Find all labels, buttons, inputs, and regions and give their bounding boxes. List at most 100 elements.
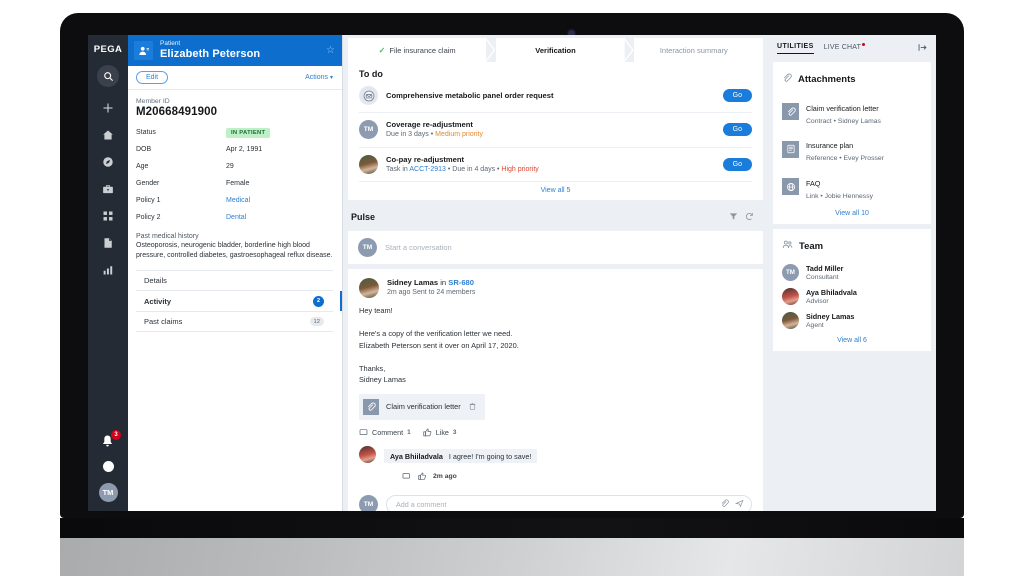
trash-icon[interactable] (468, 398, 477, 416)
reply-icon[interactable] (402, 468, 411, 486)
post-body: Hey team! Here's a copy of the verificat… (359, 306, 519, 385)
post-attachment-chip[interactable]: Claim verification letter (359, 393, 485, 420)
tab-live-chat[interactable]: LIVE CHAT (823, 43, 866, 54)
tab-utilities[interactable]: UTILITIES (777, 43, 814, 54)
patient-details-body: Member ID M20668491900 Status IN PATIENT… (128, 90, 342, 333)
field-key: DOB (136, 146, 152, 153)
actions-menu[interactable]: Actions ▾ (305, 74, 333, 81)
attachment-subtitle: Contract • Sidney Lamas (806, 118, 881, 125)
past-medical-history-text: Osteoporosis, neurogenic bladder, border… (136, 242, 333, 259)
filter-icon[interactable] (729, 208, 738, 226)
past-medical-history: Past medical history Osteoporosis, neuro… (136, 233, 333, 271)
list-item: TM Coverage re-adjustment Due in 3 days … (359, 113, 752, 148)
avatar: TM (358, 238, 377, 258)
priority-label: Medium priority (435, 130, 484, 138)
list-item: Co-pay re-adjustment Task in ACCT-2913 •… (359, 148, 752, 183)
team-view-all-link[interactable]: View all 6 (782, 332, 922, 344)
start-conversation-input[interactable]: Start a conversation (385, 243, 452, 252)
go-button[interactable]: Go (722, 158, 752, 172)
paperclip-icon[interactable] (720, 495, 729, 511)
home-icon[interactable] (101, 128, 115, 142)
send-icon[interactable] (734, 495, 744, 511)
table-row: Status IN PATIENT (136, 124, 333, 141)
todo-item-main: Co-pay re-adjustment Task in ACCT-2913 •… (386, 155, 715, 175)
todo-title: To do (359, 69, 383, 79)
post-comment: Aya Bhiiladvala I agree! I'm going to sa… (359, 445, 752, 486)
team-header: Team (782, 237, 922, 255)
list-item[interactable]: FAQ Link • Jobie Hennessy (782, 168, 922, 205)
add-comment-row: TM Add a comment (359, 494, 752, 511)
compass-icon[interactable] (101, 155, 115, 169)
list-item[interactable]: Insurance plan Reference • Evey Prosser (782, 130, 922, 167)
go-button[interactable]: Go (722, 123, 752, 137)
like-button[interactable]: Like 3 (423, 428, 456, 437)
document-icon[interactable] (101, 236, 115, 250)
field-key: Policy 1 (136, 197, 161, 204)
list-item[interactable]: Sidney Lamas Agent (782, 308, 922, 332)
patient-summary-panel: Patient Elizabeth Peterson ☆ Edit Action… (128, 35, 343, 511)
table-row: Policy 1 Medical (136, 192, 333, 209)
tab-interaction-summary[interactable]: Interaction summary (624, 38, 763, 62)
refresh-icon[interactable] (745, 208, 754, 226)
help-icon[interactable] (102, 461, 114, 472)
post-header: Sidney Lamas in SR-680 2m ago Sent to 24… (359, 278, 752, 299)
add-comment-input[interactable]: Add a comment (386, 494, 752, 511)
pulse-post: Sidney Lamas in SR-680 2m ago Sent to 24… (348, 269, 763, 511)
chevron-down-icon: ▾ (329, 75, 333, 81)
edit-button[interactable]: Edit (136, 71, 169, 84)
briefcase-icon[interactable] (101, 182, 115, 196)
team-member-role: Consultant (806, 273, 839, 281)
case-link[interactable]: ACCT-2913 (409, 166, 446, 173)
user-avatar[interactable]: TM (98, 483, 118, 502)
left-navigation-rail: PEGA 3 TM (88, 35, 128, 511)
tab-verification[interactable]: Verification (486, 38, 635, 62)
case-link[interactable]: SR-680 (448, 278, 474, 287)
todo-view-all-link[interactable]: View all 5 (359, 182, 752, 200)
comment-author: Aya Bhiiladvala (390, 451, 443, 461)
todo-item-main: Comprehensive metabolic panel order requ… (386, 91, 715, 100)
list-item[interactable]: Claim verification letter Contract • Sid… (782, 93, 922, 130)
tab-live-chat-label: LIVE CHAT (823, 44, 862, 51)
thumbs-up-icon[interactable] (417, 468, 427, 486)
list-item[interactable]: TM Tadd Miller Consultant (782, 260, 922, 284)
sidebar-item-details[interactable]: Details (136, 271, 333, 292)
attachment-title: Claim verification letter (806, 104, 879, 113)
list-item[interactable]: Aya Bhiladvala Advisor (782, 284, 922, 308)
policy-2-link[interactable]: Dental (226, 214, 246, 221)
status-badge: IN PATIENT (226, 127, 271, 138)
application-window: PEGA 3 TM Patient Elizabeth Peterson ☆ E… (88, 35, 936, 511)
utilities-panel: UTILITIES LIVE CHAT Attachments Claim ve… (768, 35, 936, 511)
comment-button[interactable]: Comment 1 (359, 428, 411, 437)
todo-item-subtitle: Due in 3 days • Medium priority (386, 131, 715, 140)
field-key: Policy 2 (136, 214, 161, 221)
notifications-button[interactable]: 3 (100, 430, 121, 450)
avatar (782, 311, 799, 329)
attachment-name: Claim verification letter (386, 402, 461, 412)
sidebar-item-past-claims[interactable]: Past claims 12 (136, 312, 333, 333)
team-member-main: Sidney Lamas Agent (806, 312, 854, 329)
star-outline-icon[interactable]: ☆ (326, 45, 335, 56)
policy-1-link[interactable]: Medical (226, 197, 250, 204)
grid-icon[interactable] (101, 209, 115, 223)
plus-icon[interactable] (101, 101, 115, 115)
pulse-title: Pulse (351, 212, 376, 223)
todo-item-subtitle: Task in ACCT-2913 • Due in 4 days • High… (386, 166, 715, 175)
document-lines-icon (782, 140, 799, 158)
comment-text: I agree! I'm going to save! (448, 451, 532, 461)
attachments-title: Attachments (798, 73, 856, 85)
pulse-header: Pulse (348, 200, 763, 231)
patient-nav-list: Details Activity 2 Past claims 12 (136, 271, 342, 333)
todo-card: To do Comprehensive metabolic panel orde… (348, 62, 763, 201)
brand-logo: PEGA (93, 44, 123, 55)
team-member-name: Aya Bhiladvala (806, 287, 857, 297)
attachments-view-all-link[interactable]: View all 10 (782, 205, 922, 217)
member-id-label: Member ID (136, 98, 170, 105)
go-button[interactable]: Go (722, 89, 752, 102)
tab-file-insurance-claim[interactable]: ✓ File insurance claim (348, 38, 496, 62)
pulse-composer[interactable]: TM Start a conversation (348, 231, 763, 265)
collapse-right-icon[interactable] (917, 40, 928, 58)
sidebar-item-activity[interactable]: Activity 2 (136, 291, 342, 312)
search-icon[interactable] (97, 65, 119, 87)
table-row: Gender Female (136, 175, 333, 192)
chart-icon[interactable] (101, 263, 115, 277)
